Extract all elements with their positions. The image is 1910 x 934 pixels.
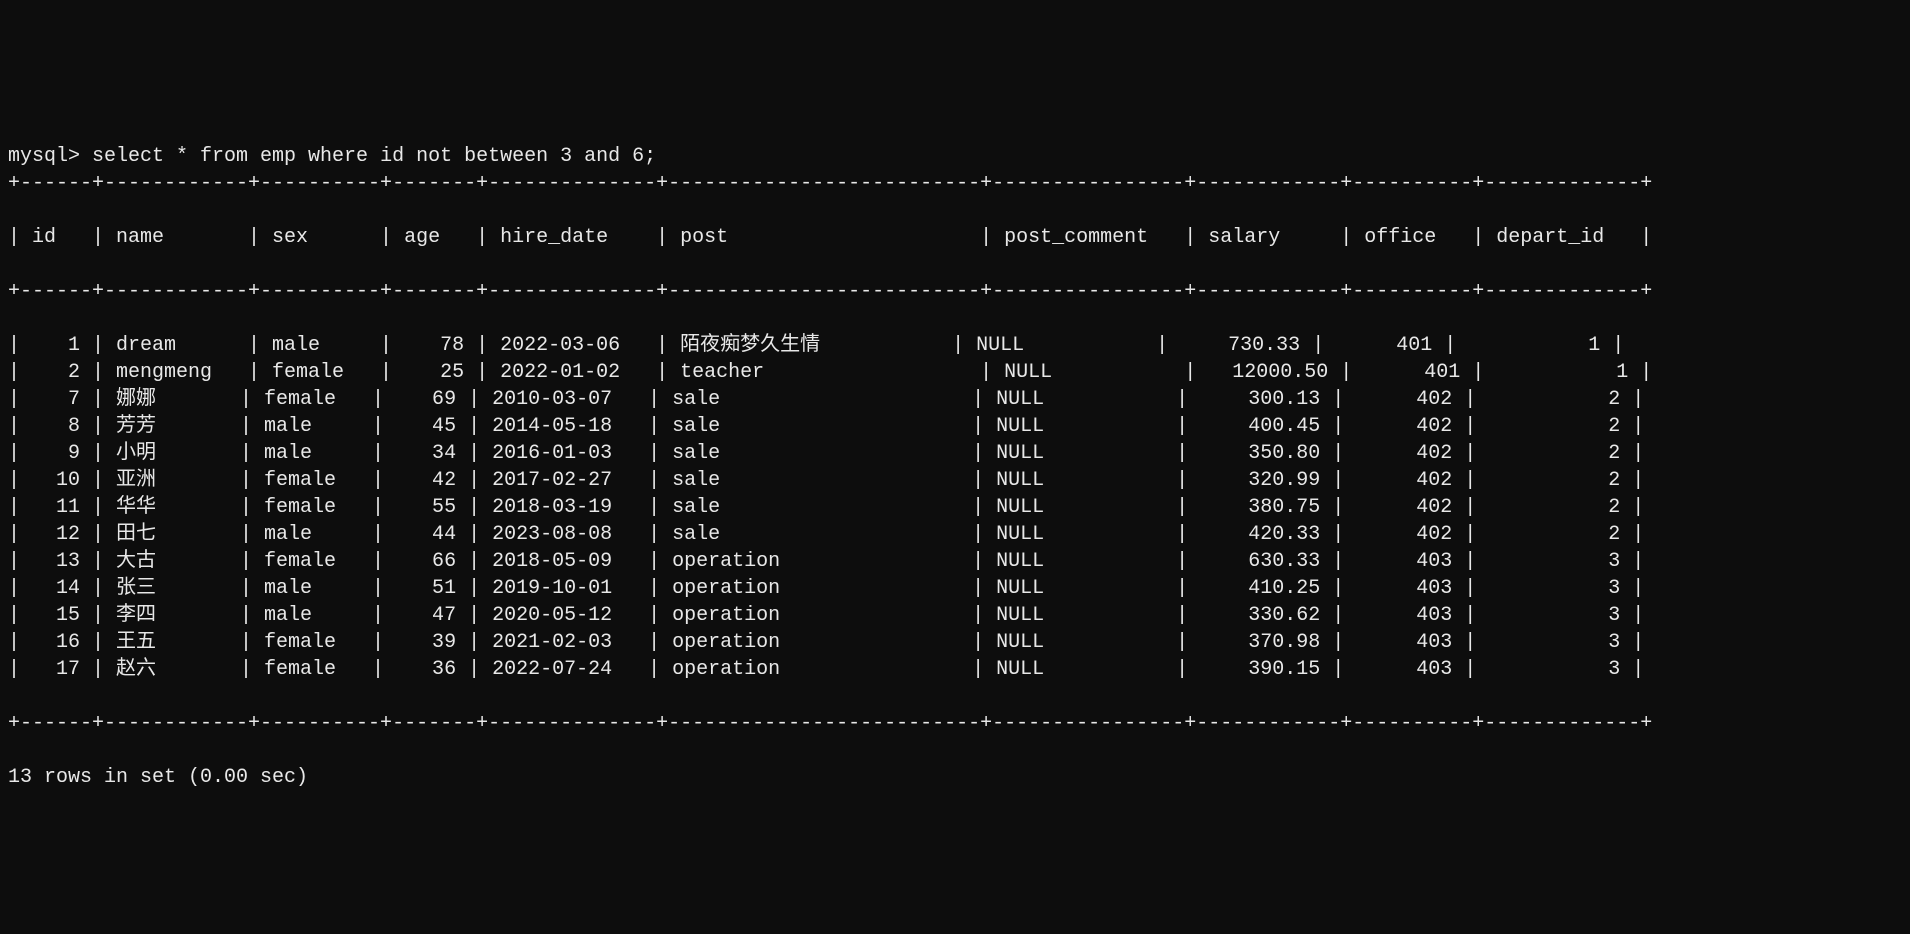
table-row: | 1 | dream | male | 78 | 2022-03-06 | 陌…	[8, 332, 1902, 359]
table-row: | 2 | mengmeng | female | 25 | 2022-01-0…	[8, 359, 1902, 386]
table-row: | 11 | 华华 | female | 55 | 2018-03-19 | s…	[8, 494, 1902, 521]
table-row: | 14 | 张三 | male | 51 | 2019-10-01 | ope…	[8, 575, 1902, 602]
table-header-row: | id | name | sex | age | hire_date | po…	[8, 224, 1902, 251]
result-footer: 13 rows in set (0.00 sec)	[8, 766, 308, 789]
terminal-output: mysql> select * from emp where id not be…	[8, 116, 1902, 791]
table-row: | 9 | 小明 | male | 34 | 2016-01-03 | sale…	[8, 440, 1902, 467]
table-row: | 8 | 芳芳 | male | 45 | 2014-05-18 | sale…	[8, 413, 1902, 440]
table-row: | 7 | 娜娜 | female | 69 | 2010-03-07 | sa…	[8, 386, 1902, 413]
table-border-top: +------+------------+----------+-------+…	[8, 170, 1902, 197]
table-border-bottom: +------+------------+----------+-------+…	[8, 710, 1902, 737]
table-row: | 13 | 大古 | female | 66 | 2018-05-09 | o…	[8, 548, 1902, 575]
table-row: | 12 | 田七 | male | 44 | 2023-08-08 | sal…	[8, 521, 1902, 548]
table-row: | 17 | 赵六 | female | 36 | 2022-07-24 | o…	[8, 656, 1902, 683]
table-row: | 16 | 王五 | female | 39 | 2021-02-03 | o…	[8, 629, 1902, 656]
table-row: | 10 | 亚洲 | female | 42 | 2017-02-27 | s…	[8, 467, 1902, 494]
table-border-mid: +------+------------+----------+-------+…	[8, 278, 1902, 305]
table-body: | 1 | dream | male | 78 | 2022-03-06 | 陌…	[8, 332, 1902, 683]
mysql-prompt[interactable]: mysql> select * from emp where id not be…	[8, 145, 656, 168]
table-row: | 15 | 李四 | male | 47 | 2020-05-12 | ope…	[8, 602, 1902, 629]
